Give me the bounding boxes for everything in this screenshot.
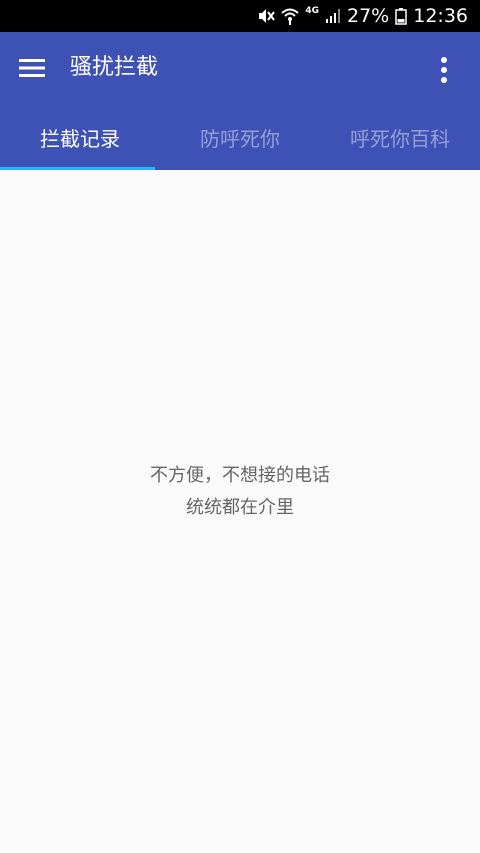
empty-state-line-2: 统统都在介里	[186, 497, 294, 518]
more-vertical-icon[interactable]	[422, 50, 466, 90]
status-time: 12:36	[413, 5, 468, 27]
signal-icon	[325, 0, 341, 32]
hamburger-menu-icon[interactable]	[12, 48, 52, 88]
wifi-icon	[281, 0, 300, 32]
main-content: 不方便，不想接的电话 统统都在介里	[0, 170, 480, 853]
battery-percentage: 27%	[347, 5, 390, 27]
empty-state-line-1: 不方便，不想接的电话	[150, 465, 330, 486]
mute-icon	[257, 0, 276, 32]
tab-label: 拦截记录	[40, 126, 120, 151]
status-bar: 4G 27% 12:36	[0, 0, 480, 32]
battery-icon	[395, 0, 407, 32]
empty-state-message: 不方便，不想接的电话 统统都在介里	[0, 460, 480, 524]
tab-label: 呼死你百科	[350, 126, 450, 151]
page-title: 骚扰拦截	[70, 55, 159, 80]
tab-intercept-records[interactable]: 拦截记录	[0, 108, 160, 170]
network-type-label: 4G	[305, 6, 319, 16]
tab-bar: 拦截记录 防呼死你 呼死你百科	[0, 108, 480, 170]
tab-anti-harassment[interactable]: 防呼死你	[160, 108, 320, 170]
tab-label: 防呼死你	[200, 126, 280, 151]
app-bar: 骚扰拦截 拦截记录 防呼死你 呼死你百科	[0, 32, 480, 170]
toolbar: 骚扰拦截	[0, 32, 480, 108]
tab-harassment-encyclopedia[interactable]: 呼死你百科	[320, 108, 480, 170]
